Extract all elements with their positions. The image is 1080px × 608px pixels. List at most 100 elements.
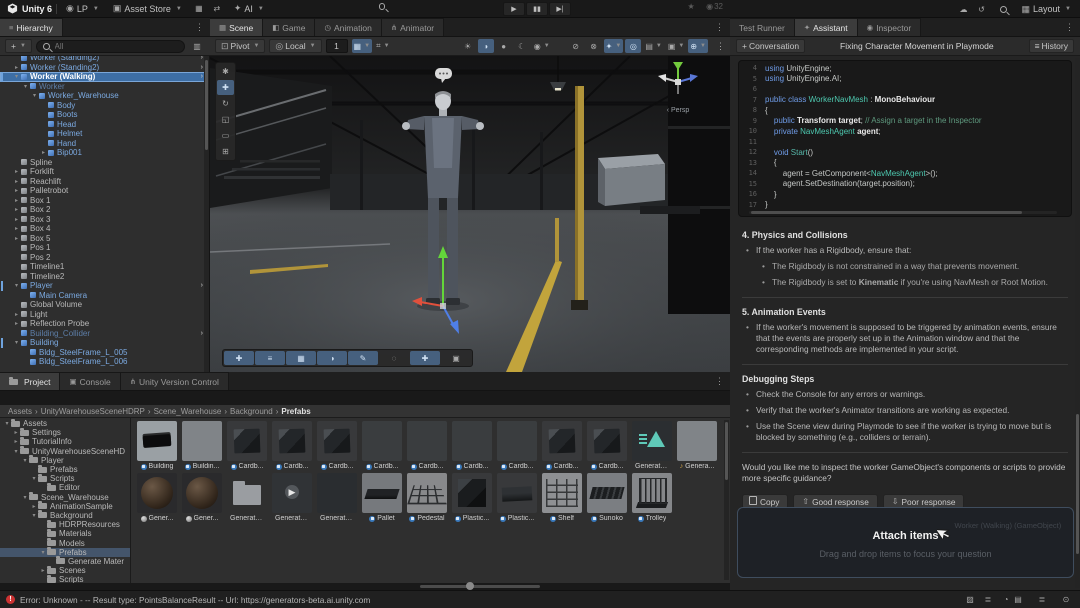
asset-item-cardb[interactable]: Cardb... (361, 421, 403, 470)
expand-arrow[interactable]: ▸ (12, 235, 21, 242)
asset-item-genera[interactable]: ♪Genera... (676, 421, 718, 470)
orientation-gizmo[interactable]: ‹ Persp (652, 60, 704, 120)
project-folder-hdrpresources[interactable]: HDRPResources (0, 520, 130, 529)
hierarchy-item-box-2[interactable]: ▸Box 2 (0, 205, 209, 215)
more-icon[interactable]: ⋮ (716, 42, 725, 51)
project-folder-scenes[interactable]: ▸Scenes (0, 566, 130, 575)
expand-arrow[interactable]: ▾ (12, 282, 21, 289)
cloud-icon[interactable]: ☁ (956, 2, 972, 16)
project-folder-scripts[interactable]: Scripts (0, 575, 130, 583)
magnet-snap-icon[interactable]: ⌗▼ (374, 39, 391, 53)
project-folder-scene-warehouse[interactable]: ▾Scene_Warehouse (0, 493, 130, 502)
hierarchy-item-box-5[interactable]: ▸Box 5 (0, 234, 209, 244)
slider-knob[interactable] (466, 582, 474, 590)
orientation-overlay-icon[interactable]: ✚ (224, 351, 254, 365)
asset-item-sunoko[interactable]: Sunoko (586, 473, 628, 522)
breadcrumb-item-background[interactable]: Background (230, 407, 273, 416)
hierarchy-item-box-3[interactable]: ▸Box 3 (0, 215, 209, 225)
hierarchy-item-reachlift[interactable]: ▸Reachlift (0, 177, 209, 187)
visibility-toggle-icon[interactable]: ◎ (625, 39, 641, 53)
project-folder-animationsample[interactable]: ▸AnimationSample (0, 502, 130, 511)
hierarchy-item-worker-walking[interactable]: ▾Worker (Walking)› (0, 72, 209, 82)
expand-arrow[interactable]: ▸ (30, 503, 38, 510)
more-icon[interactable]: ⋮ (1065, 22, 1074, 33)
expand-arrow[interactable]: ▾ (30, 475, 38, 482)
scene-audio-icon[interactable]: ◉▼ (532, 39, 552, 53)
expand-arrow[interactable]: ▾ (30, 512, 38, 519)
expand-arrow[interactable]: ▾ (21, 494, 29, 501)
tab-game[interactable]: ◧Game (263, 18, 315, 36)
camera-view-icon[interactable]: ▣▼ (666, 39, 687, 53)
asset-store-menu[interactable]: ▣Asset Store▼ (108, 2, 187, 16)
multiplayer-icon[interactable]: ⇄ (209, 2, 225, 16)
hierarchy-item-palletrobot[interactable]: ▸Palletrobot (0, 186, 209, 196)
hierarchy-item-head[interactable]: Head (0, 120, 209, 130)
play-button[interactable]: ▶ (503, 2, 525, 16)
tab-hierarchy[interactable]: ≡Hierarchy (0, 18, 63, 36)
shading-mode-icon[interactable]: ◑ (478, 39, 494, 53)
prefab-open-arrow-icon[interactable]: › (201, 282, 203, 289)
expand-arrow[interactable]: ▸ (12, 178, 21, 185)
expand-arrow[interactable]: ▸ (12, 216, 21, 223)
asset-item-cardb[interactable]: Cardb... (496, 421, 538, 470)
expand-arrow[interactable]: ▸ (12, 197, 21, 204)
prefab-open-arrow-icon[interactable]: › (201, 330, 203, 337)
snap-increment-field[interactable]: 1 (326, 39, 348, 53)
send-icon[interactable]: ⊙ (1058, 592, 1074, 606)
new-conversation-button[interactable]: +Conversation (736, 39, 805, 53)
layout-menu[interactable]: ▦Layout▼ (1017, 2, 1077, 16)
hierarchy-item-main-camera[interactable]: Main Camera (0, 291, 209, 301)
tab-scene[interactable]: ▦Scene (210, 18, 263, 36)
project-folder-generate-mater[interactable]: Generate Mater (0, 557, 130, 566)
asset-item-cardb[interactable]: Cardb... (271, 421, 313, 470)
hierarchy-item-player[interactable]: ▾Player› (0, 281, 209, 291)
hierarchy-item-worker-warehouse[interactable]: ▾Worker_Warehouse (0, 91, 209, 101)
hidden-items-icon[interactable]: ◉ 32 (704, 0, 725, 14)
asset-item-cardb[interactable]: Cardb... (316, 421, 358, 470)
transform-tool-icon[interactable]: ⊞ (217, 144, 234, 159)
hierarchy-item-box-4[interactable]: ▸Box 4 (0, 224, 209, 234)
grid-overlay-icon[interactable]: ▦ (286, 351, 316, 365)
hierarchy-item-spline[interactable]: Spline (0, 158, 209, 168)
project-folder-models[interactable]: Models (0, 538, 130, 547)
code-hscrollbar[interactable] (749, 211, 1057, 214)
assistant-scrollbar[interactable] (1075, 58, 1080, 588)
expand-arrow[interactable]: ▸ (12, 206, 21, 213)
tab-unity-version-control[interactable]: ⋔Unity Version Control (121, 372, 229, 390)
cache-icon[interactable]: ▨ (962, 593, 978, 607)
status-bar[interactable]: ! Error: Unknown - -- Result type: Point… (0, 590, 1080, 608)
asset-item-generate[interactable]: Generate ... (316, 473, 358, 522)
shading-overlay-icon[interactable]: ◑ (317, 351, 347, 365)
mic-mute-icon[interactable]: ⊗ (586, 39, 602, 53)
project-folder-materials[interactable]: Materials (0, 529, 130, 538)
hierarchy-item-boots[interactable]: Boots (0, 110, 209, 120)
asset-item-cardb[interactable]: Cardb... (541, 421, 583, 470)
expand-arrow[interactable]: ▸ (12, 187, 21, 194)
hierarchy-item-pos-2[interactable]: Pos 2 (0, 253, 209, 263)
particles-toggle-icon[interactable]: ✦▼ (604, 39, 624, 53)
wireframe-mode-icon[interactable]: ● (496, 39, 512, 53)
hierarchy-item-worker[interactable]: ▾Worker (0, 82, 209, 92)
breadcrumb-item-unitywarehousescenehdrp[interactable]: UnityWarehouseSceneHDRP (41, 407, 145, 416)
expand-arrow[interactable]: ▾ (12, 339, 21, 346)
pivot-toggle[interactable]: ⊡Pivot▼ (215, 39, 265, 53)
project-folder-unitywarehousescenehd[interactable]: ▾UnityWarehouseSceneHD (0, 447, 130, 456)
layers-icon[interactable]: ▤▼ (643, 39, 664, 53)
package-manager-icon[interactable]: ▦ (191, 2, 207, 16)
rotate-tool-icon[interactable]: ↻ (217, 96, 234, 111)
tab-inspector[interactable]: ◉Inspector (858, 18, 922, 36)
expand-arrow[interactable]: ▸ (12, 168, 21, 175)
breadcrumb-item-scene-warehouse[interactable]: Scene_Warehouse (154, 407, 222, 416)
expand-arrow[interactable]: ▾ (21, 83, 30, 90)
scale-tool-icon[interactable]: ◱ (217, 112, 234, 127)
breadcrumb-item-prefabs[interactable]: Prefabs (281, 407, 310, 416)
expand-arrow[interactable]: ▾ (3, 420, 11, 427)
hierarchy-search-input[interactable] (53, 41, 178, 52)
grid-scrollbar[interactable] (724, 420, 729, 580)
asset-item-pedestal[interactable]: Pedestal (406, 473, 448, 522)
view-hand-tool-icon[interactable]: ✱ (217, 64, 234, 79)
asset-item-building[interactable]: Building (136, 421, 178, 470)
hierarchy-item-global-volume[interactable]: Global Volume (0, 300, 209, 310)
paint-overlay-icon[interactable]: ✎ (348, 351, 378, 365)
move-overlay-icon[interactable]: ✚ (410, 351, 440, 365)
